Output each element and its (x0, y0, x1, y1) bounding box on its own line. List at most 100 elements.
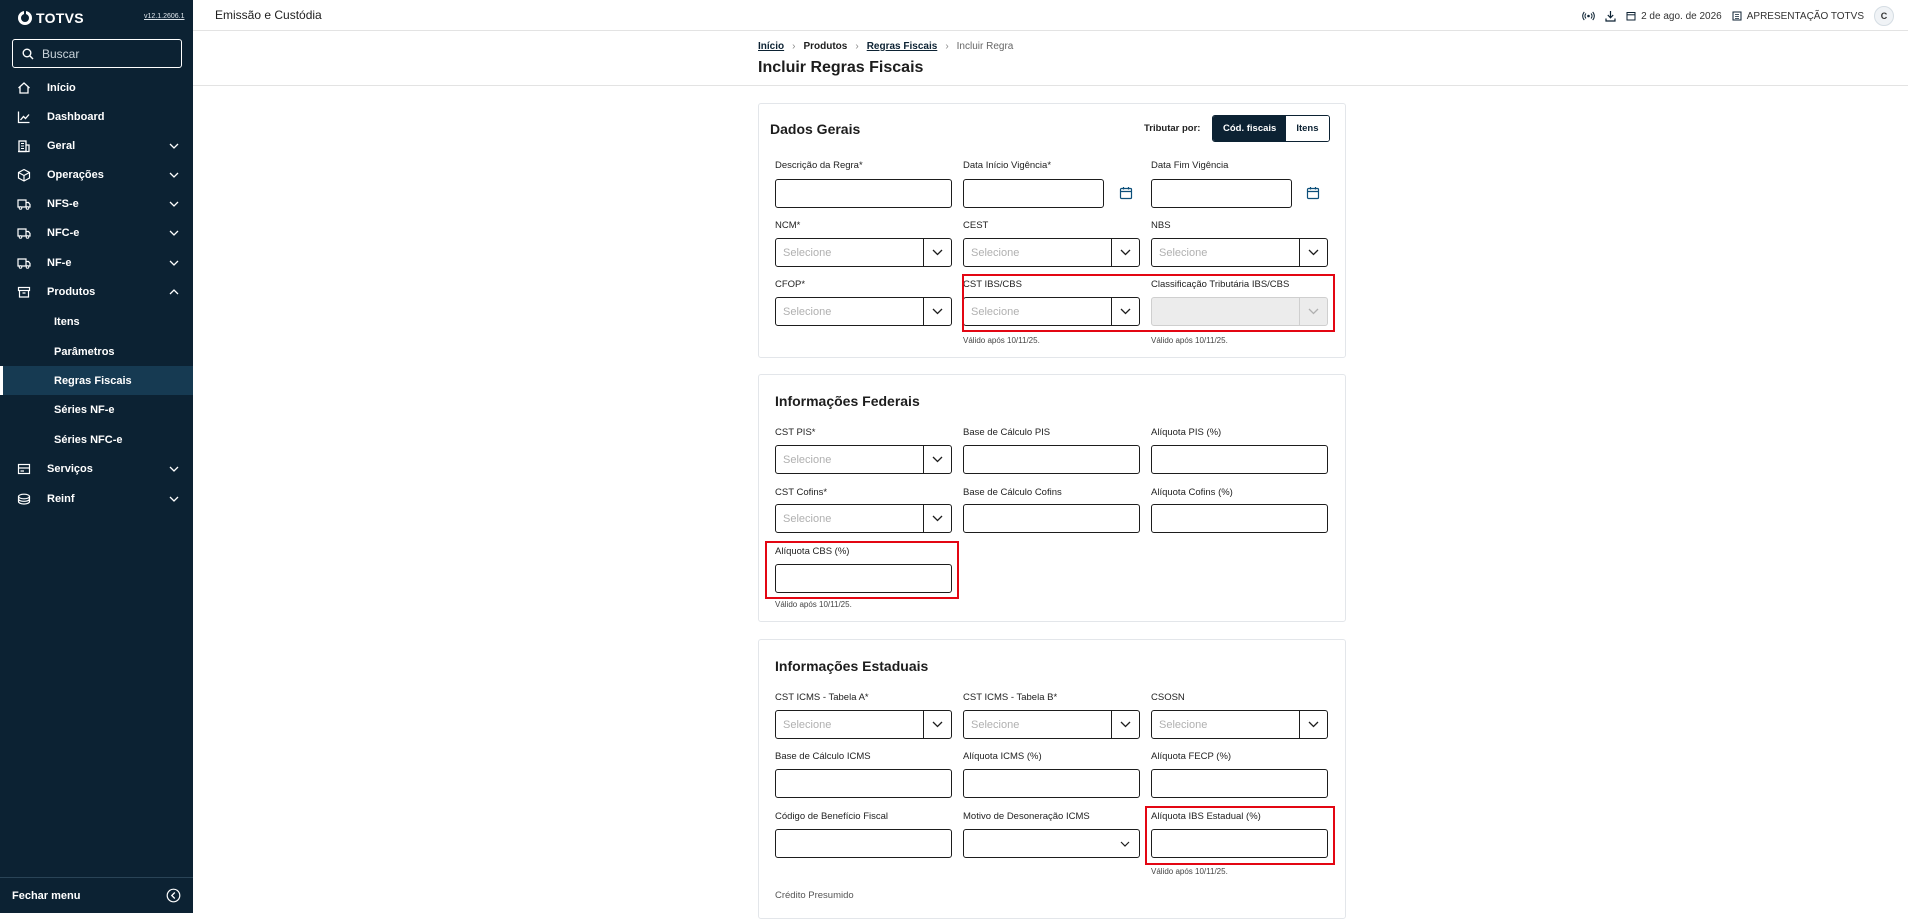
cst-icms-b-label: CST ICMS - Tabela B* (963, 692, 1058, 703)
cst-pis-label: CST PIS* (775, 427, 816, 438)
aliquota-cofins-label: Alíquota Cofins (%) (1151, 487, 1233, 498)
descricao-input[interactable] (775, 179, 952, 208)
aliquota-cofins-input[interactable] (1151, 504, 1328, 533)
chevron-down-icon (169, 143, 179, 149)
sidebar-item-nfce[interactable]: NFC-e (0, 218, 193, 247)
aliquota-icms-input[interactable] (963, 769, 1140, 798)
base-pis-input[interactable] (963, 445, 1140, 474)
sidebar-item-nfe[interactable]: NF-e (0, 248, 193, 277)
data-fim-label: Data Fim Vigência (1151, 160, 1229, 171)
ncm-placeholder: Selecione (783, 246, 832, 259)
chevron-right-icon: › (855, 41, 859, 52)
aliquota-ibs-estadual-hint: Válido após 10/11/25. (1151, 867, 1228, 876)
calendar-icon[interactable] (1119, 186, 1133, 200)
ncm-select[interactable]: Selecione (775, 238, 952, 267)
tributar-itens-option[interactable]: Itens (1286, 116, 1329, 141)
sidebar-item-servicos[interactable]: Serviços (0, 454, 193, 483)
cst-icms-b-select[interactable]: Selecione (963, 710, 1140, 739)
base-cofins-input[interactable] (963, 504, 1140, 533)
aliquota-fecp-input[interactable] (1151, 769, 1328, 798)
sidebar-item-label: NFS-e (47, 197, 79, 210)
current-date: 2 de ago. de 2026 (1641, 10, 1722, 22)
sidebar-item-label: Operações (47, 168, 104, 181)
totvs-logo[interactable]: TOTVS (18, 10, 84, 26)
sidebar-subitem-label: Regras Fiscais (54, 374, 132, 387)
version-link[interactable]: v12.1.2606.1 (144, 13, 184, 20)
chevron-down-icon (923, 711, 951, 738)
sidebar-subitem-label: Séries NFC-e (54, 433, 123, 446)
topbar-actions: 2 de ago. de 2026 APRESENTAÇÃO TOTVS C (1582, 6, 1894, 26)
informacoes-federais-title: Informações Federais (775, 393, 920, 409)
archive-icon (17, 286, 31, 298)
close-menu-button[interactable]: Fechar menu (0, 877, 193, 913)
aliquota-pis-input[interactable] (1151, 445, 1328, 474)
chevron-down-icon (923, 298, 951, 325)
home-icon (18, 82, 30, 94)
codigo-beneficio-input[interactable] (775, 829, 952, 858)
breadcrumb: Início › Produtos › Regras Fiscais › Inc… (758, 41, 1013, 52)
company-selector[interactable]: APRESENTAÇÃO TOTVS (1732, 11, 1864, 22)
motivo-desoneracao-select[interactable] (963, 829, 1140, 858)
card-icon (17, 463, 31, 475)
collapse-menu-icon[interactable] (166, 888, 181, 903)
informacoes-estaduais-title: Informações Estaduais (775, 658, 929, 674)
base-icms-input[interactable] (775, 769, 952, 798)
chevron-right-icon: › (945, 41, 949, 52)
date-display[interactable]: 2 de ago. de 2026 (1626, 11, 1722, 22)
chevron-down-icon (923, 239, 951, 266)
sidebar-item-nfse[interactable]: NFS-e (0, 189, 193, 218)
aliquota-icms-label: Alíquota ICMS (%) (963, 751, 1042, 762)
close-menu-label: Fechar menu (12, 889, 81, 902)
sidebar-item-dashboard[interactable]: Dashboard (0, 102, 193, 131)
credito-presumido-label: Crédito Presumido (775, 890, 854, 901)
sidebar-item-label: NFC-e (47, 226, 80, 239)
tributar-cod-fiscais-option[interactable]: Cód. fiscais (1213, 116, 1287, 141)
calendar-icon[interactable] (1306, 186, 1320, 200)
sidebar-subitem-regras-fiscais[interactable]: Regras Fiscais (0, 366, 193, 395)
company-name: APRESENTAÇÃO TOTVS (1746, 10, 1864, 22)
chevron-down-icon (169, 466, 179, 472)
sidebar-subitem-label: Parâmetros (54, 345, 115, 358)
nbs-label: NBS (1151, 220, 1171, 231)
avatar[interactable]: C (1874, 6, 1894, 26)
sidebar-item-reinf[interactable]: Reinf (0, 484, 193, 513)
aliquota-fecp-label: Alíquota FECP (%) (1151, 751, 1232, 762)
sidebar-subitem-series-nfce[interactable]: Séries NFC-e (0, 425, 193, 454)
cst-pis-select[interactable]: Selecione (775, 445, 952, 474)
sidebar-item-operacoes[interactable]: Operações (0, 160, 193, 189)
broadcast-icon[interactable] (1582, 10, 1595, 22)
breadcrumb-regras-fiscais[interactable]: Regras Fiscais (867, 41, 938, 52)
sidebar-item-inicio[interactable]: Início (0, 73, 193, 102)
sidebar-subitem-series-nfe[interactable]: Séries NF-e (0, 395, 193, 424)
sidebar-item-label: Dashboard (47, 110, 105, 123)
page-header: Início › Produtos › Regras Fiscais › Inc… (193, 31, 1908, 86)
tributar-por-toggle: Cód. fiscais Itens (1212, 115, 1330, 142)
sidebar-subitem-itens[interactable]: Itens (0, 307, 193, 336)
sidebar-item-geral[interactable]: Geral (0, 131, 193, 160)
chevron-down-icon (169, 201, 179, 207)
download-icon[interactable] (1605, 10, 1616, 22)
sidebar-item-produtos[interactable]: Produtos (0, 277, 193, 306)
cfop-select[interactable]: Selecione (775, 297, 952, 326)
nbs-select[interactable]: Selecione (1151, 238, 1328, 267)
truck-icon (17, 199, 31, 210)
csosn-placeholder: Selecione (1159, 718, 1208, 731)
aliquota-pis-label: Alíquota PIS (%) (1151, 427, 1222, 438)
truck-icon (17, 228, 31, 239)
cst-cofins-select[interactable]: Selecione (775, 504, 952, 533)
chevron-down-icon (923, 505, 951, 532)
chevron-down-icon (923, 446, 951, 473)
cube-icon (17, 168, 31, 182)
sidebar-item-label: Serviços (47, 462, 93, 475)
highlight-box (1145, 806, 1335, 865)
csosn-select[interactable]: Selecione (1151, 710, 1328, 739)
data-inicio-input[interactable] (963, 179, 1104, 208)
data-fim-input[interactable] (1151, 179, 1292, 208)
sidebar-subitem-parametros[interactable]: Parâmetros (0, 337, 193, 366)
brand-name: TOTVS (36, 10, 84, 26)
cest-select[interactable]: Selecione (963, 238, 1140, 267)
cst-icms-a-select[interactable]: Selecione (775, 710, 952, 739)
search-input[interactable]: Buscar (12, 39, 182, 68)
breadcrumb-inicio[interactable]: Início (758, 41, 784, 52)
base-icms-label: Base de Cálculo ICMS (775, 751, 871, 762)
